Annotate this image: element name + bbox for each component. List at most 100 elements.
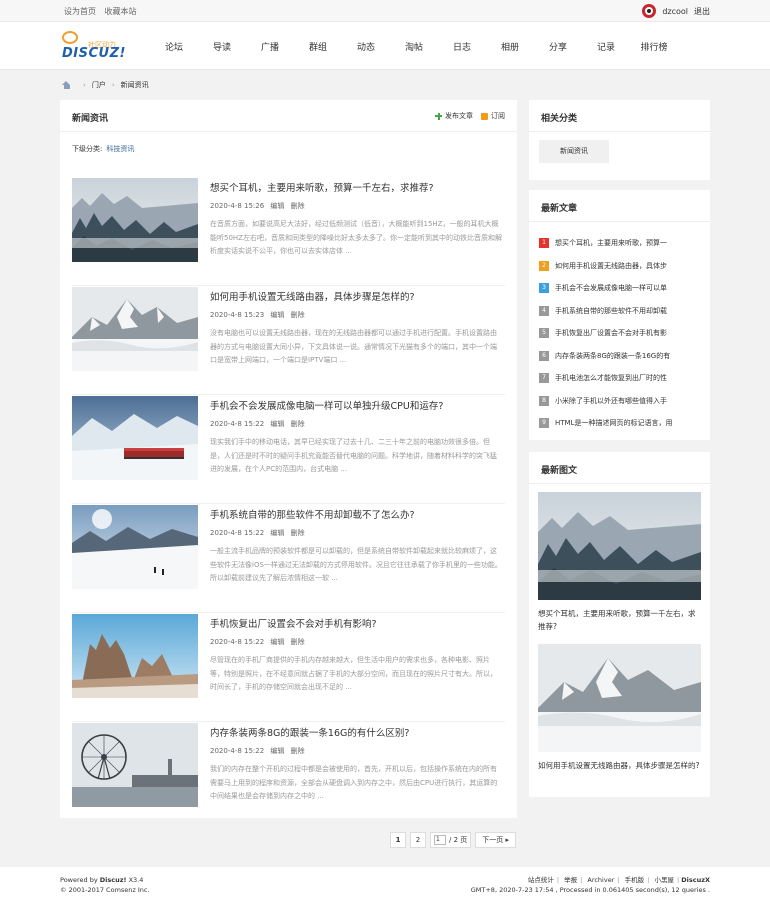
article-thumbnail[interactable]	[72, 396, 198, 480]
brand-link[interactable]: Discuz!	[100, 876, 127, 884]
subcategory-link[interactable]: 科技资讯	[106, 145, 134, 153]
latest-link[interactable]: 如何用手机设置无线路由器，具体步	[555, 261, 667, 271]
delete-link[interactable]: 删除	[291, 202, 305, 210]
list-item[interactable]: 7 手机电池怎么才能恢复到出厂时的性	[539, 367, 704, 390]
nav-item-share[interactable]: 分享	[534, 40, 582, 53]
list-item[interactable]: 9 HTML是一种描述网页的标记语言，用	[539, 412, 704, 435]
site-header: 社区动力 DISCUZ! 论坛 导读 广播 群组 动态 淘帖 日志 相册 分享 …	[0, 22, 770, 70]
latest-link[interactable]: 手机电池怎么才能恢复到出厂时的性	[555, 373, 667, 383]
delete-link[interactable]: 删除	[291, 420, 305, 428]
panel-header: 最新文章	[529, 190, 710, 222]
article-title[interactable]: 手机会不会发展成像电脑一样可以单独升级CPU和运存?	[210, 398, 443, 412]
article-title[interactable]: 手机系统自带的那些软件不用却卸载不了怎么办?	[210, 507, 415, 521]
latest-link[interactable]: 手机系统自带的那些软件不用却卸载	[555, 306, 667, 316]
post-article-link[interactable]: 发布文章	[445, 111, 473, 121]
latest-link[interactable]: 内存条装两条8G的跟装一条16G的有	[555, 351, 670, 361]
list-item: 如何用手机设置无线路由器，具体步骤是怎样的? 2020-4-8 15:23 编辑…	[72, 287, 505, 395]
list-item[interactable]: 4 手机系统自带的那些软件不用却卸载	[539, 300, 704, 323]
delete-link[interactable]: 删除	[291, 638, 305, 646]
article-thumbnail[interactable]	[72, 505, 198, 589]
nav-item-ranking[interactable]: 排行榜	[630, 40, 678, 53]
delete-link[interactable]: 删除	[291, 529, 305, 537]
page-input[interactable]: 1	[434, 835, 446, 845]
panel-actions: 发布文章 订阅	[435, 111, 505, 121]
nav-item-records[interactable]: 记录	[582, 40, 630, 53]
latest-link[interactable]: 手机会不会发展成像电脑一样可以单	[555, 283, 667, 293]
footer-link-stats[interactable]: 站点统计	[528, 876, 554, 884]
picture-card[interactable]: 想买个耳机，主要用来听歌，预算一千左右，求推荐?	[538, 492, 701, 633]
picture-caption[interactable]: 如何用手机设置无线路由器，具体步骤是怎样的?	[538, 759, 701, 772]
edit-link[interactable]: 编辑	[270, 202, 284, 210]
latest-link[interactable]: 手机恢复出厂设置会不会对手机有影	[555, 328, 667, 338]
list-item[interactable]: 1 想买个耳机，主要用来听歌，预算一	[539, 232, 704, 255]
breadcrumb: › 门户 › 新闻资讯	[62, 80, 149, 90]
delete-link[interactable]: 删除	[291, 311, 305, 319]
footer-link-mobile[interactable]: 手机版	[625, 876, 645, 884]
footer-right: 站点统计 | 举报 | Archiver | 手机版 | 小黑屋 | DiscuzX GM…	[471, 875, 710, 895]
rank-badge: 6	[539, 350, 549, 361]
latest-link[interactable]: 小米除了手机以外还有哪些值得入手	[555, 396, 667, 406]
username-link[interactable]: dzcool	[662, 7, 688, 16]
nav-item-guide[interactable]: 导读	[198, 40, 246, 53]
list-item: 手机会不会发展成像电脑一样可以单独升级CPU和运存? 2020-4-8 15:2…	[72, 396, 505, 504]
article-meta: 2020-4-8 15:22 编辑 删除	[210, 637, 309, 647]
latest-link[interactable]: HTML是一种描述网页的标记语言，用	[555, 418, 672, 428]
list-item[interactable]: 2 如何用手机设置无线路由器，具体步	[539, 255, 704, 278]
nav-item-groups[interactable]: 群组	[294, 40, 342, 53]
list-item[interactable]: 5 手机恢复出厂设置会不会对手机有影	[539, 322, 704, 345]
next-page-button[interactable]: 下一页 ▸	[475, 832, 517, 848]
nav-item-collections[interactable]: 淘帖	[390, 40, 438, 53]
article-title[interactable]: 如何用手机设置无线路由器，具体步骤是怎样的?	[210, 289, 415, 303]
list-item[interactable]: 6 内存条装两条8G的跟装一条16G的有	[539, 345, 704, 368]
article-thumbnail[interactable]	[72, 178, 198, 262]
rss-icon	[481, 112, 488, 120]
nav-item-forum[interactable]: 论坛	[150, 40, 198, 53]
article-summary: 尽管现在的手机厂商提供的手机内存越来越大，但生活中用户的需求也多，各种电影、照片…	[210, 656, 497, 691]
article-title[interactable]: 内存条装两条8G的跟装一条16G的有什么区别?	[210, 725, 409, 739]
snowy-mountain-image	[72, 287, 198, 371]
edit-link[interactable]: 编辑	[270, 638, 284, 646]
list-item[interactable]: 8 小米除了手机以外还有哪些值得入手	[539, 390, 704, 413]
nav-item-album[interactable]: 相册	[486, 40, 534, 53]
page-2-link[interactable]: 2	[410, 832, 426, 848]
article-thumbnail[interactable]	[72, 614, 198, 698]
edit-link[interactable]: 编辑	[270, 747, 284, 755]
article-title[interactable]: 手机恢复出厂设置会不会对手机有影响?	[210, 616, 377, 630]
latest-articles-panel: 最新文章 1 想买个耳机，主要用来听歌，预算一 2 如何用手机设置无线路由器，具体步…	[529, 190, 710, 440]
nav-item-broadcast[interactable]: 广播	[246, 40, 294, 53]
article-date: 2020-4-8 15:22	[210, 529, 265, 537]
list-item[interactable]: 3 手机会不会发展成像电脑一样可以单	[539, 277, 704, 300]
nav-item-feed[interactable]: 动态	[342, 40, 390, 53]
subscribe-link[interactable]: 订阅	[491, 111, 505, 121]
picture-caption[interactable]: 想买个耳机，主要用来听歌，预算一千左右，求推荐?	[538, 607, 701, 633]
category-button[interactable]: 新闻资讯	[539, 140, 609, 163]
avatar[interactable]	[642, 4, 657, 18]
nav-item-blog[interactable]: 日志	[438, 40, 486, 53]
footer-link-discuzx[interactable]: DiscuzX	[681, 876, 710, 884]
article-thumbnail[interactable]	[72, 287, 198, 371]
edit-link[interactable]: 编辑	[270, 420, 284, 428]
article-meta: 2020-4-8 15:22 编辑 删除	[210, 746, 309, 756]
foggy-forest-image	[72, 178, 198, 262]
article-title[interactable]: 想买个耳机，主要用来听歌，预算一千左右，求推荐?	[210, 180, 434, 194]
picture-card[interactable]: 如何用手机设置无线路由器，具体步骤是怎样的?	[538, 644, 701, 772]
copyright-text: © 2001-2017 Comsenz Inc.	[60, 886, 150, 894]
breadcrumb-portal[interactable]: 门户	[92, 80, 106, 90]
bookmark-link[interactable]: 收藏本站	[105, 7, 137, 16]
footer-link-blacklist[interactable]: 小黑屋	[654, 876, 674, 884]
related-title: 相关分类	[541, 114, 578, 124]
article-thumbnail[interactable]	[72, 723, 198, 807]
edit-link[interactable]: 编辑	[270, 529, 284, 537]
latest-link[interactable]: 想买个耳机，主要用来听歌，预算一	[555, 238, 667, 248]
delete-link[interactable]: 删除	[291, 747, 305, 755]
home-icon[interactable]	[62, 81, 71, 89]
logout-link[interactable]: 退出	[694, 6, 710, 17]
footer-link-archiver[interactable]: Archiver	[587, 876, 614, 884]
breadcrumb-separator: ›	[111, 81, 115, 89]
site-logo[interactable]: 社区动力 DISCUZ!	[62, 31, 130, 61]
edit-link[interactable]: 编辑	[270, 311, 284, 319]
panel-header: 相关分类	[529, 100, 710, 132]
page-1-link[interactable]: 1	[390, 832, 406, 848]
set-home-link[interactable]: 设为首页	[64, 7, 96, 16]
footer-link-report[interactable]: 举报	[564, 876, 577, 884]
